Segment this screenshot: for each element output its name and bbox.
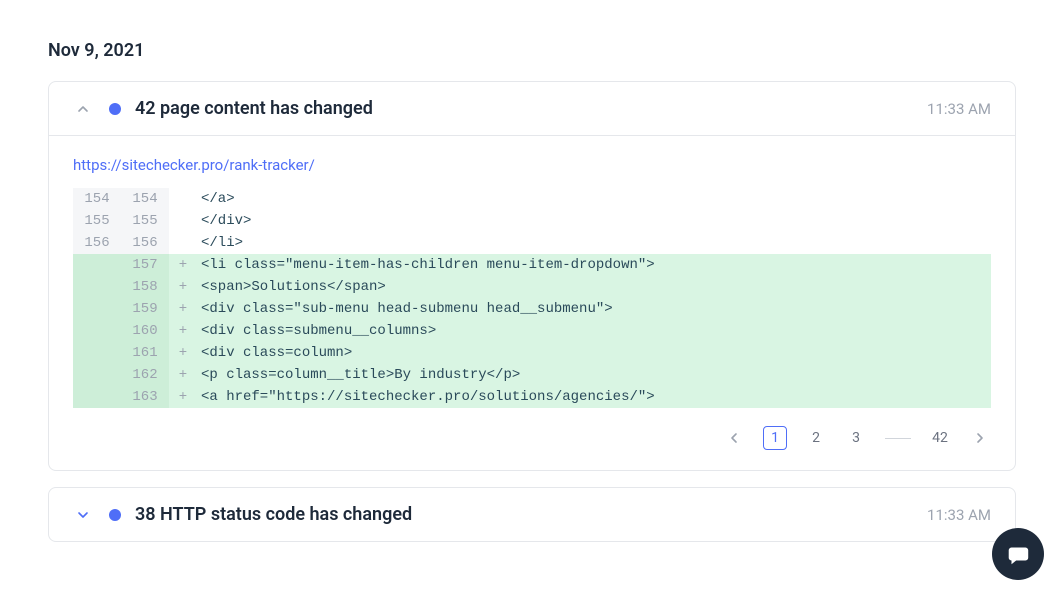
- chevron-down-icon: [73, 509, 93, 521]
- status-dot-icon: [109, 509, 121, 521]
- diff-sign: [169, 210, 197, 232]
- line-new: 160: [121, 320, 169, 342]
- pagination: 123 42: [73, 426, 991, 450]
- diff-row: 157+<li class="menu-item-has-children me…: [73, 254, 991, 276]
- line-new: 163: [121, 386, 169, 408]
- diff-code: <p class=column__title>By industry</p>: [197, 364, 991, 386]
- event-title: 42 page content has changed: [135, 98, 927, 119]
- line-old: [73, 386, 121, 408]
- diff-row: 158+<span>Solutions</span>: [73, 276, 991, 298]
- line-new: 161: [121, 342, 169, 364]
- event-time: 11:33 AM: [927, 506, 991, 524]
- diff-code: <a href="https://sitechecker.pro/solutio…: [197, 386, 991, 408]
- diff-row: 156156 </li>: [73, 232, 991, 254]
- line-old: [73, 254, 121, 276]
- line-old: [73, 342, 121, 364]
- diff-code: <li class="menu-item-has-children menu-i…: [197, 254, 991, 276]
- diff-code: <div class=submenu__columns>: [197, 320, 991, 342]
- diff-code: <span>Solutions</span>: [197, 276, 991, 298]
- pagination-gap: [885, 438, 911, 439]
- diff-code: </div>: [197, 210, 991, 232]
- event-card: 38 HTTP status code has changed 11:33 AM: [48, 487, 1016, 542]
- pagination-last[interactable]: 42: [929, 426, 951, 450]
- diff-sign: +: [169, 386, 197, 408]
- event-card-header[interactable]: 42 page content has changed 11:33 AM: [49, 82, 1015, 135]
- event-url-link[interactable]: https://sitechecker.pro/rank-tracker/: [73, 156, 991, 174]
- event-time: 11:33 AM: [927, 100, 991, 118]
- date-header: Nov 9, 2021: [48, 40, 1016, 61]
- diff-sign: [169, 232, 197, 254]
- line-new: 154: [121, 188, 169, 210]
- pagination-page[interactable]: 3: [845, 426, 867, 450]
- diff-row: 161+<div class=column>: [73, 342, 991, 364]
- diff-sign: +: [169, 276, 197, 298]
- line-new: 159: [121, 298, 169, 320]
- diff-sign: +: [169, 254, 197, 276]
- line-new: 157: [121, 254, 169, 276]
- diff-row: 155155 </div>: [73, 210, 991, 232]
- line-old: 155: [73, 210, 121, 232]
- chat-launcher-button[interactable]: [992, 528, 1044, 580]
- diff-code: <div class="sub-menu head-submenu head__…: [197, 298, 991, 320]
- line-new: 162: [121, 364, 169, 386]
- diff-sign: +: [169, 342, 197, 364]
- line-new: 158: [121, 276, 169, 298]
- diff-table: 154154</a>155155</div>156156</li>157+<li…: [73, 188, 991, 408]
- line-old: [73, 298, 121, 320]
- line-old: [73, 276, 121, 298]
- diff-sign: +: [169, 298, 197, 320]
- diff-code: </a>: [197, 188, 991, 210]
- event-card: 42 page content has changed 11:33 AM htt…: [48, 81, 1016, 471]
- pagination-page[interactable]: 1: [763, 426, 787, 450]
- line-new: 155: [121, 210, 169, 232]
- line-old: 156: [73, 232, 121, 254]
- status-dot-icon: [109, 103, 121, 115]
- diff-row: 163+<a href="https://sitechecker.pro/sol…: [73, 386, 991, 408]
- pagination-next[interactable]: [969, 426, 991, 450]
- diff-row: 154154 </a>: [73, 188, 991, 210]
- diff-row: 159+<div class="sub-menu head-submenu he…: [73, 298, 991, 320]
- line-old: 154: [73, 188, 121, 210]
- diff-sign: +: [169, 320, 197, 342]
- diff-row: 160+<div class=submenu__columns>: [73, 320, 991, 342]
- diff-code: </li>: [197, 232, 991, 254]
- event-title: 38 HTTP status code has changed: [135, 504, 927, 525]
- diff-sign: +: [169, 364, 197, 386]
- line-new: 156: [121, 232, 169, 254]
- diff-code: <div class=column>: [197, 342, 991, 364]
- event-body: https://sitechecker.pro/rank-tracker/ 15…: [49, 135, 1015, 470]
- diff-row: 162+<p class=column__title>By industry</…: [73, 364, 991, 386]
- event-card-header[interactable]: 38 HTTP status code has changed 11:33 AM: [49, 488, 1015, 541]
- line-old: [73, 320, 121, 342]
- pagination-prev[interactable]: [723, 426, 745, 450]
- chevron-up-icon: [73, 103, 93, 115]
- line-old: [73, 364, 121, 386]
- pagination-page[interactable]: 2: [805, 426, 827, 450]
- diff-sign: [169, 188, 197, 210]
